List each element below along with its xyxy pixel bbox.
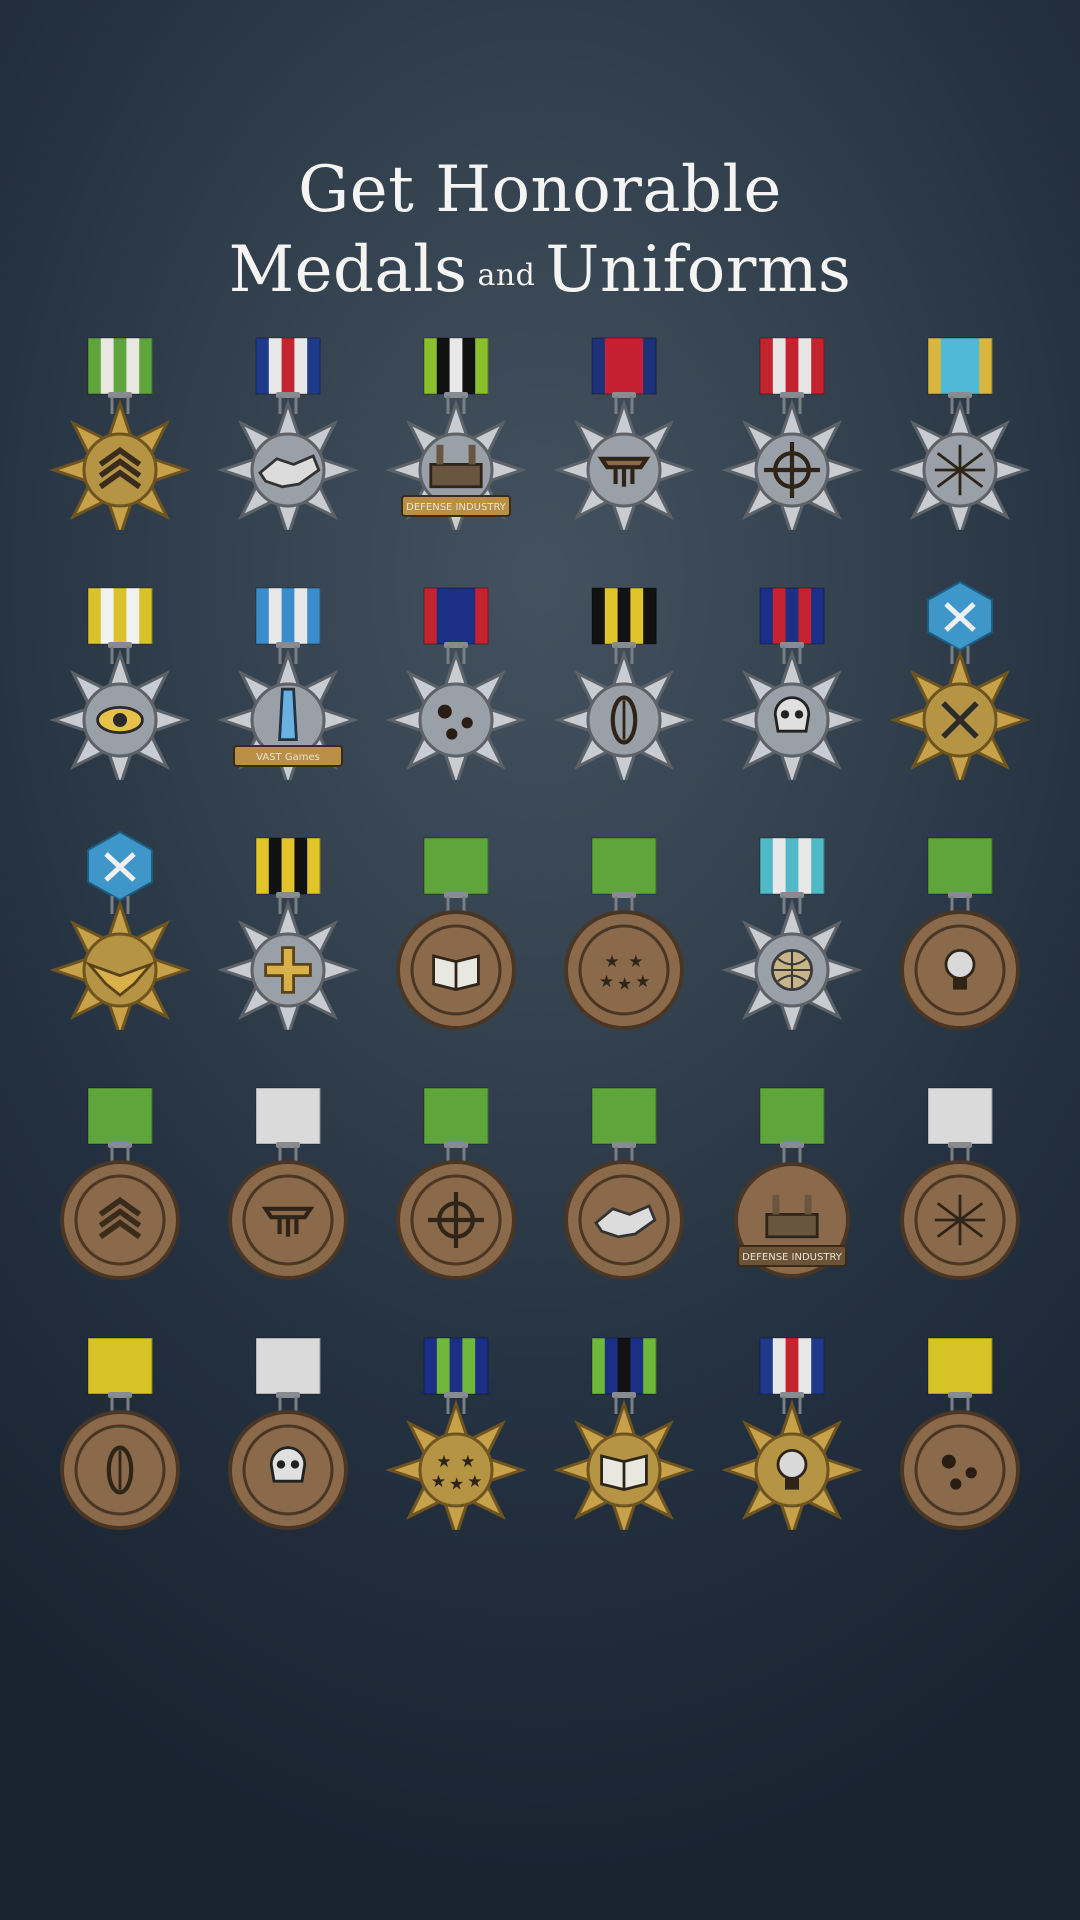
medal-graphic (553, 1337, 695, 1530)
medal-burst-bronze[interactable] (880, 1080, 1040, 1280)
medal-graphic (721, 337, 863, 530)
globe-icon (771, 949, 813, 991)
medal-graphic (721, 837, 863, 1030)
medal-graphic (217, 337, 359, 530)
medal-cross-tank[interactable] (544, 330, 704, 530)
medal-defense-bronze[interactable]: DEFENSE INDUSTRY (712, 1080, 872, 1280)
medal-graphic (60, 1087, 180, 1280)
medal-graphic (60, 1337, 180, 1530)
medal-defense-industry[interactable]: DEFENSE INDUSTRY (376, 330, 536, 530)
svg-text:★: ★ (436, 1451, 451, 1471)
svg-text:★: ★ (460, 1451, 475, 1471)
svg-text:★: ★ (467, 1471, 482, 1491)
medal-banner: VAST Games (256, 752, 320, 763)
medal-graphic: ★ ★★ ★ ★ (564, 837, 684, 1030)
medal-graphic: VAST Games (217, 587, 359, 780)
svg-text:★: ★ (449, 1474, 464, 1494)
skull-icon (269, 1446, 307, 1483)
medal-tank-bronze[interactable] (208, 1080, 368, 1280)
medal-stars-gold[interactable]: ★ ★ ★ ★ ★ (376, 1330, 536, 1530)
medal-cross-crosshair[interactable] (712, 330, 872, 530)
medal-graphic (49, 587, 191, 780)
medal-graphic (721, 587, 863, 780)
medal-eye-cross[interactable] (40, 580, 200, 780)
medal-graphic (553, 587, 695, 780)
medal-graphic (900, 1337, 1020, 1530)
medal-skull-bronze[interactable] (208, 1330, 368, 1530)
medal-graphic (228, 1337, 348, 1530)
medal-graphic (553, 337, 695, 530)
rocket-icon (278, 687, 298, 741)
medal-graphic (900, 837, 1020, 1030)
medal-graphic (889, 580, 1031, 780)
medal-lightbulb[interactable] (880, 830, 1040, 1030)
book-icon (432, 954, 480, 992)
medal-gold-emblem[interactable] (880, 580, 1040, 780)
medal-bomb-bronze[interactable] (40, 1330, 200, 1530)
svg-text:★: ★ (604, 951, 619, 971)
medal-banner: DEFENSE INDUSTRY (406, 502, 507, 513)
page-title: Get Honorable Medals and Uniforms (0, 150, 1080, 316)
medal-chevron-star[interactable] (40, 330, 200, 530)
medal-handshake-silver[interactable] (208, 330, 368, 530)
medal-globe[interactable] (712, 830, 872, 1030)
medal-bullet-holes[interactable] (376, 580, 536, 780)
eye-icon (96, 706, 144, 734)
medal-graphic (217, 837, 359, 1030)
medal-graphic (900, 1087, 1020, 1280)
book-icon (600, 1454, 648, 1492)
medal-chevron-bronze[interactable] (40, 1080, 200, 1280)
medal-cross-burst[interactable] (880, 330, 1040, 530)
svg-text:★: ★ (628, 951, 643, 971)
medal-graphic (396, 1087, 516, 1280)
medal-banner: DEFENSE INDUSTRY (742, 1252, 843, 1263)
title-part3: Uniforms (545, 233, 852, 307)
medal-graphic: DEFENSE INDUSTRY (734, 1087, 850, 1278)
title-part2: and (477, 258, 536, 293)
medal-graphic: DEFENSE INDUSTRY (385, 337, 527, 530)
medal-graphic (396, 837, 516, 1030)
medal-graphic (721, 1337, 863, 1530)
medal-grid: DEFENSE INDUSTRY VAST Games ★ ★ ★ ★ ★ DE… (40, 330, 1040, 1530)
medal-skull[interactable] (712, 580, 872, 780)
svg-text:★: ★ (635, 971, 650, 991)
medal-five-stars[interactable]: ★ ★ ★ ★ ★ (544, 830, 704, 1030)
medal-handshake-bronze[interactable] (544, 1080, 704, 1280)
medal-graphic: ★ ★★ ★ ★ (385, 1337, 527, 1530)
medal-graphic (228, 1087, 348, 1280)
medal-graphic (564, 1087, 684, 1280)
medal-crosshair-bronze[interactable] (376, 1080, 536, 1280)
medal-lightbulb-gold[interactable] (712, 1330, 872, 1530)
svg-text:★: ★ (617, 974, 632, 994)
medal-vast-games[interactable]: VAST Games (208, 580, 368, 780)
medal-graphic (49, 337, 191, 530)
svg-text:★: ★ (431, 1471, 446, 1491)
medal-graphic (49, 830, 191, 1030)
skull-icon (773, 696, 811, 733)
medal-star-cross[interactable] (208, 830, 368, 1030)
medal-bomb[interactable] (544, 580, 704, 780)
svg-text:★: ★ (599, 971, 614, 991)
medal-bullet-bronze[interactable] (880, 1330, 1040, 1530)
medal-graphic (889, 337, 1031, 530)
medal-book[interactable] (376, 830, 536, 1030)
medal-eagle[interactable] (40, 830, 200, 1030)
medal-book-gold[interactable] (544, 1330, 704, 1530)
medal-graphic (385, 587, 527, 780)
